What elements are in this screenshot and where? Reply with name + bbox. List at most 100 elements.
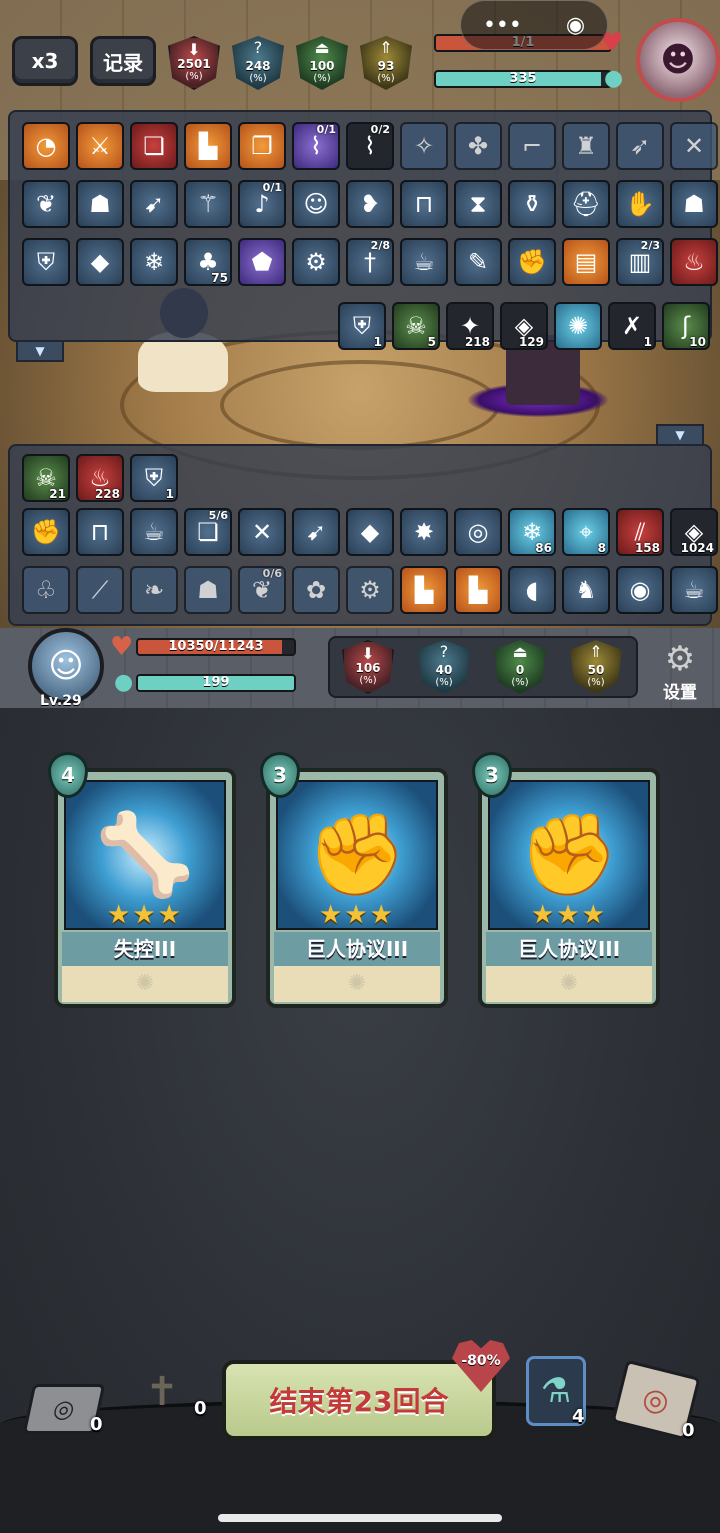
relic-slot[interactable]: ◔ bbox=[22, 122, 70, 170]
hand-card[interactable]: 🦴 ★★★ 失控III ✺ bbox=[54, 768, 236, 1008]
relic-slot[interactable]: ♧ bbox=[22, 566, 70, 614]
relic-slot[interactable]: ❏ 5/6 bbox=[184, 508, 232, 556]
card-stars: ★★★ bbox=[107, 900, 183, 930]
relic-slot[interactable]: ❧ bbox=[130, 566, 178, 614]
relic-slot[interactable]: ✕ bbox=[238, 508, 286, 556]
block-shield-icon: ⛨ bbox=[145, 464, 163, 492]
potion-icon: ⚗ bbox=[540, 1371, 572, 1411]
relic-slot[interactable]: ✺ bbox=[554, 302, 602, 350]
relic-slot[interactable]: ⚔ bbox=[76, 122, 124, 170]
relic-slot[interactable]: ☕ bbox=[670, 566, 718, 614]
speed-button[interactable]: x3 bbox=[12, 36, 78, 86]
relic-slot[interactable]: ✊ bbox=[508, 238, 556, 286]
record-button[interactable]: 记录 bbox=[90, 36, 156, 86]
relic-slot[interactable]: ⊓ bbox=[76, 508, 124, 556]
relic-slot[interactable]: ◈ 129 bbox=[500, 302, 548, 350]
relic-slot[interactable]: ✦ 218 bbox=[446, 302, 494, 350]
relic-slot[interactable]: ♜ bbox=[562, 122, 610, 170]
relic-slot[interactable]: ✕ bbox=[670, 122, 718, 170]
relic-slot[interactable]: ❏ bbox=[130, 122, 178, 170]
relic-slot[interactable]: ♨ bbox=[670, 238, 718, 286]
relic-slot[interactable]: ◖ bbox=[508, 566, 556, 614]
relic-slot[interactable]: ⟋ bbox=[76, 566, 124, 614]
brush-relic-icon: ✎ bbox=[467, 248, 489, 276]
relic-slot[interactable]: ✸ bbox=[400, 508, 448, 556]
relic-slot[interactable]: ⌖ 8 bbox=[562, 508, 610, 556]
hand-card[interactable]: ✊ ★★★ 巨人协议III ✺ bbox=[478, 768, 660, 1008]
settings-button[interactable]: ⚙ 设置 bbox=[652, 640, 708, 703]
rune-relic-icon: ✧ bbox=[413, 132, 435, 160]
kunai-relic-icon: ➹ bbox=[305, 518, 327, 546]
relic-slot[interactable]: ❄ bbox=[130, 238, 178, 286]
relic-slot[interactable]: ➹ bbox=[130, 180, 178, 228]
close-icon[interactable]: ◉ bbox=[566, 13, 585, 38]
relic-slot[interactable]: ✤ bbox=[454, 122, 502, 170]
relic-slot[interactable]: ☺ bbox=[292, 180, 340, 228]
relic-slot[interactable]: ✊ bbox=[22, 508, 70, 556]
relic-slot[interactable]: ⬟ bbox=[238, 238, 286, 286]
grave-button[interactable]: ✝ bbox=[130, 1362, 194, 1422]
end-turn-button[interactable]: 结束第23回合 bbox=[222, 1360, 496, 1440]
relic-slot[interactable]: ❐ bbox=[238, 122, 286, 170]
relic-slot[interactable]: ☠ 21 bbox=[22, 454, 70, 502]
end-turn-label: 结束第23回合 bbox=[269, 1385, 449, 1418]
relic-slot[interactable]: ➶ bbox=[616, 122, 664, 170]
relic-slot[interactable]: ⌇ 0/1 bbox=[292, 122, 340, 170]
relic-slot[interactable]: ◈ 1024 bbox=[670, 508, 718, 556]
relic-slot[interactable]: ⌐ bbox=[508, 122, 556, 170]
relic-slot[interactable]: ❦ bbox=[22, 180, 70, 228]
crystals-relic-icon: ◆ bbox=[360, 518, 380, 546]
relic-slot[interactable]: ◆ bbox=[76, 238, 124, 286]
relic-slot[interactable]: ❦ 0/6 bbox=[238, 566, 286, 614]
relic-slot[interactable]: ⛨ 1 bbox=[130, 454, 178, 502]
relic-slot[interactable]: ⚙ bbox=[292, 238, 340, 286]
relic-slot[interactable]: ʃ 10 bbox=[662, 302, 710, 350]
relic-slot[interactable]: ⚱ bbox=[508, 180, 556, 228]
relic-slot[interactable]: ▥ 2/3 bbox=[616, 238, 664, 286]
relic-slot[interactable]: ▤ bbox=[562, 238, 610, 286]
relic-slot[interactable]: † 2/8 bbox=[346, 238, 394, 286]
relic-slot[interactable]: ♣ 75 bbox=[184, 238, 232, 286]
relic-slot[interactable]: ✗ 1 bbox=[608, 302, 656, 350]
relic-slot[interactable]: ⛑ bbox=[562, 180, 610, 228]
hand-card[interactable]: ✊ ★★★ 巨人协议III ✺ bbox=[266, 768, 448, 1008]
relic-slot[interactable]: ♞ bbox=[562, 566, 610, 614]
more-icon[interactable]: ••• bbox=[483, 13, 522, 38]
relic-slot[interactable]: ✿ bbox=[292, 566, 340, 614]
relic-slot[interactable]: ☗ bbox=[670, 180, 718, 228]
enemy-panel-toggle[interactable]: ▼ bbox=[16, 340, 64, 362]
home-indicator[interactable] bbox=[218, 1514, 502, 1522]
card-type-icon: ✺ bbox=[486, 966, 652, 1002]
relic-slot[interactable]: ◉ bbox=[616, 566, 664, 614]
relic-slot[interactable]: ❥ bbox=[346, 180, 394, 228]
relic-slot[interactable]: ☕ bbox=[400, 238, 448, 286]
relic-slot[interactable]: ☠ 5 bbox=[392, 302, 440, 350]
relic-slot[interactable]: ◎ bbox=[454, 508, 502, 556]
relic-slot[interactable]: ⚙ bbox=[346, 566, 394, 614]
relic-slot[interactable]: ⛨ bbox=[22, 238, 70, 286]
relic-slot[interactable]: ⊓ bbox=[400, 180, 448, 228]
red-attack-icon: ⬇ bbox=[187, 40, 201, 59]
relic-slot[interactable]: ☗ bbox=[184, 566, 232, 614]
relic-slot[interactable]: ➹ bbox=[292, 508, 340, 556]
relic-slot[interactable]: ▙ bbox=[454, 566, 502, 614]
relic-slot[interactable]: ♨ 228 bbox=[76, 454, 124, 502]
relic-slot[interactable]: ❄ 86 bbox=[508, 508, 556, 556]
relic-slot[interactable]: ✋ bbox=[616, 180, 664, 228]
relic-slot[interactable]: ✎ bbox=[454, 238, 502, 286]
dagger-relic-icon: † bbox=[364, 248, 376, 276]
relic-slot[interactable]: ⛨ 1 bbox=[338, 302, 386, 350]
relic-slot[interactable]: ⌇ 0/2 bbox=[346, 122, 394, 170]
enemy-avatar[interactable]: ☻ bbox=[636, 18, 720, 102]
relic-slot[interactable]: ✧ bbox=[400, 122, 448, 170]
relic-slot[interactable]: ☗ bbox=[76, 180, 124, 228]
relic-slot[interactable]: ▙ bbox=[184, 122, 232, 170]
relic-slot[interactable]: ◆ bbox=[346, 508, 394, 556]
relic-slot[interactable]: ⚚ bbox=[184, 180, 232, 228]
relic-slot[interactable]: ☕ bbox=[130, 508, 178, 556]
relic-slot[interactable]: ⫽ 158 bbox=[616, 508, 664, 556]
relic-slot[interactable]: ▙ bbox=[400, 566, 448, 614]
relic-slot[interactable]: ⧗ bbox=[454, 180, 502, 228]
relic-slot[interactable]: ♪ 0/1 bbox=[238, 180, 286, 228]
player-panel-toggle[interactable]: ▼ bbox=[656, 424, 704, 446]
